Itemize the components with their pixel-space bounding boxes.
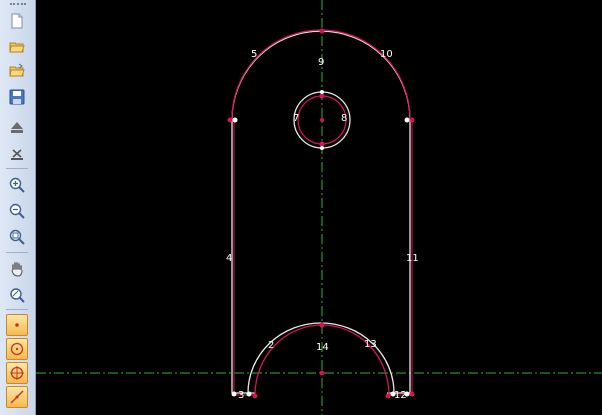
zoom-window-button[interactable] xyxy=(6,284,28,306)
label-7: 7 xyxy=(293,113,299,124)
snap-point[interactable] xyxy=(319,141,325,147)
label-9: 9 xyxy=(318,57,324,68)
label-4: 4 xyxy=(226,253,232,264)
pan-button[interactable] xyxy=(6,258,28,280)
line-snap-button[interactable] xyxy=(6,386,28,408)
snap-point[interactable] xyxy=(319,370,325,376)
zoom-out-button[interactable] xyxy=(6,200,28,222)
point-snap-icon xyxy=(15,323,19,327)
eject-button[interactable] xyxy=(6,116,28,138)
snap-point[interactable] xyxy=(246,391,252,397)
zoom-fit-icon xyxy=(9,229,25,245)
zoom-out-icon xyxy=(9,203,25,219)
label-8: 8 xyxy=(341,113,347,124)
eject-icon xyxy=(11,122,23,133)
snap-point[interactable] xyxy=(385,393,391,399)
zoom-in-icon xyxy=(9,177,25,193)
snap-point[interactable] xyxy=(227,117,233,123)
save-icon xyxy=(9,89,25,105)
new-document-icon xyxy=(11,13,23,29)
quadrant-snap-button[interactable] xyxy=(6,362,28,384)
line-snap-icon xyxy=(10,390,24,404)
snap-point[interactable] xyxy=(409,391,415,397)
label-13: 13 xyxy=(364,339,377,350)
toolbar-separator xyxy=(6,252,28,253)
zoom-in-button[interactable] xyxy=(6,174,28,196)
snap-point[interactable] xyxy=(319,28,325,34)
zoom-fit-button[interactable] xyxy=(6,226,28,248)
label-14: 14 xyxy=(316,342,329,353)
open-recent-button[interactable] xyxy=(6,60,28,82)
label-5: 5 xyxy=(251,49,257,60)
center-snap-icon xyxy=(10,342,24,356)
vertical-toolbar xyxy=(0,0,36,415)
label-2: 2 xyxy=(268,340,274,351)
toolbar-grip[interactable] xyxy=(10,3,26,7)
snap-point[interactable] xyxy=(320,118,324,122)
snap-point[interactable] xyxy=(404,117,410,123)
toolbar-separator xyxy=(6,168,28,169)
label-3: 3 xyxy=(238,390,244,401)
snap-point[interactable] xyxy=(409,117,415,123)
snap-point[interactable] xyxy=(252,393,258,399)
label-11: 11 xyxy=(406,253,419,264)
snap-point[interactable] xyxy=(231,391,237,397)
point-snap-button[interactable] xyxy=(6,314,28,336)
open-button[interactable] xyxy=(6,36,28,58)
label-10: 10 xyxy=(380,49,393,60)
snap-point[interactable] xyxy=(320,146,324,150)
snap-point[interactable] xyxy=(232,117,238,123)
snap-point[interactable] xyxy=(319,322,325,328)
drawing-canvas[interactable]: 5 10 9 7 8 4 11 2 13 14 3 12 xyxy=(36,0,602,415)
close-button[interactable] xyxy=(6,142,28,164)
zoom-window-icon xyxy=(10,288,25,303)
center-snap-button[interactable] xyxy=(6,338,28,360)
new-document-button[interactable] xyxy=(6,10,28,32)
pan-hand-icon xyxy=(11,262,23,277)
open-recent-icon xyxy=(9,63,25,77)
close-icon xyxy=(11,149,23,160)
save-button[interactable] xyxy=(6,86,28,108)
quadrant-snap-icon xyxy=(10,366,24,380)
snap-point[interactable] xyxy=(320,90,324,94)
label-12: 12 xyxy=(394,390,407,401)
open-folder-icon xyxy=(9,42,25,53)
toolbar-separator xyxy=(6,309,28,310)
snap-point[interactable] xyxy=(319,93,325,99)
